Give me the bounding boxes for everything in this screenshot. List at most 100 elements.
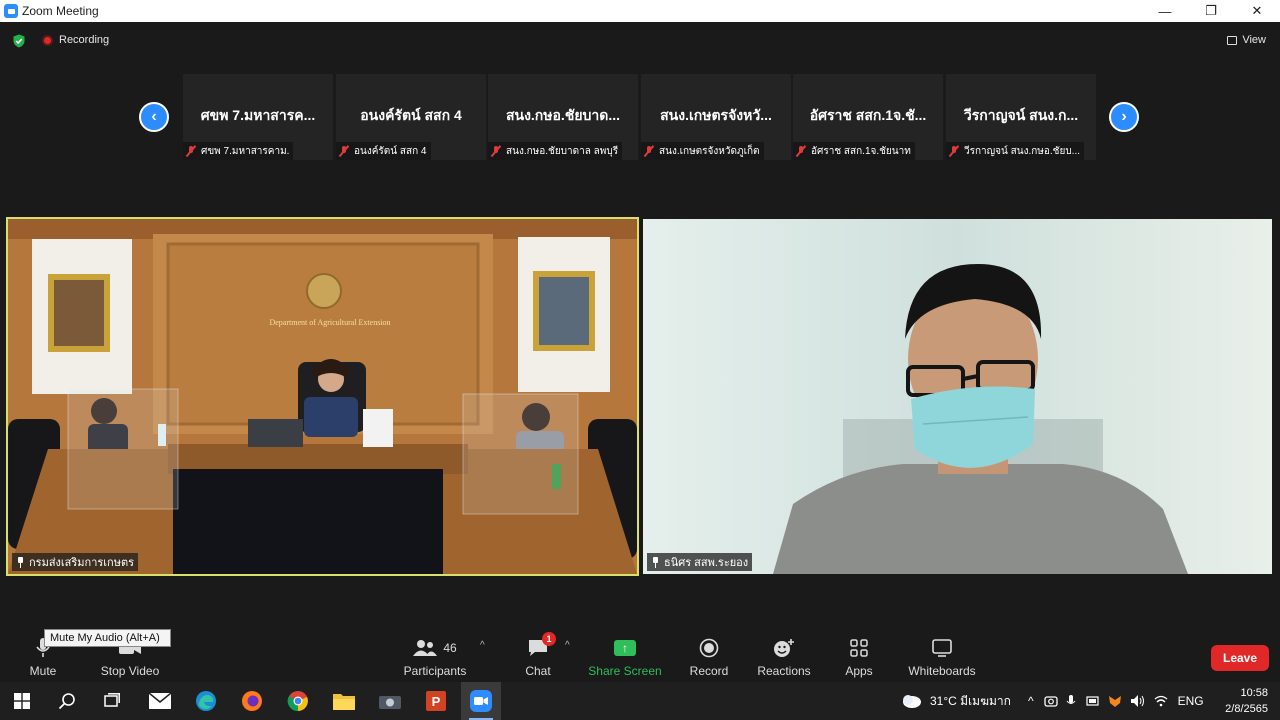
participants-options-caret-icon[interactable]: ^ <box>480 640 485 651</box>
taskbar-chrome-app[interactable] <box>278 682 318 720</box>
shield-check-icon[interactable] <box>12 34 26 48</box>
thumbnail-name: วีรกาญจน์ สนง.ก... <box>963 107 1079 123</box>
participants-button[interactable]: 46 Participants <box>400 630 470 682</box>
apps-grid-icon <box>850 639 868 657</box>
participant-thumbnail-strip: ‹ ศขพ 7.มหาสารค... ศขพ 7.มหาสารคาม. อนงค… <box>0 74 1280 160</box>
chevron-left-icon: ‹ <box>151 108 157 125</box>
record-button[interactable]: Record <box>686 630 732 682</box>
mic-muted-icon <box>490 145 502 157</box>
participants-count: 46 <box>443 641 457 655</box>
taskbar-firefox-app[interactable] <box>232 682 272 720</box>
edge-browser-icon <box>196 691 216 711</box>
mute-tooltip: Mute My Audio (Alt+A) <box>44 629 171 647</box>
system-tray: ^ ENG <box>1028 682 1204 720</box>
video-tile-active-speaker[interactable]: Department of Agricultural Extension กรม… <box>6 217 639 576</box>
tray-speaker-icon[interactable] <box>1130 694 1146 708</box>
chat-button[interactable]: 1 Chat <box>518 630 558 682</box>
cloud-icon <box>903 695 921 708</box>
participant-thumbnail[interactable]: สนง.เกษตรจังหวั... สนง.เกษตรจังหวัดภูเก็… <box>641 74 791 160</box>
participant-thumbnail[interactable]: อนงค์รัตน์ สสก 4 อนงค์รัตน์ สสก 4 <box>336 74 486 160</box>
participant-thumbnail[interactable]: อัศราช สสก.1จ.ชั... อัศราช สสก.1จ.ชัยนาท <box>793 74 943 160</box>
chat-unread-badge: 1 <box>542 632 556 646</box>
taskbar-file-explorer-app[interactable] <box>324 682 364 720</box>
thumbnail-name: อนงค์รัตน์ สสก 4 <box>360 107 462 123</box>
thumbnail-name: สนง.กษอ.ชัยบาด... <box>505 107 621 123</box>
camera-app-icon <box>379 696 401 709</box>
participants-label: Participants <box>403 664 467 678</box>
tray-battery-icon[interactable] <box>1086 695 1100 707</box>
start-button[interactable] <box>2 682 42 720</box>
clock-time: 10:58 <box>1240 687 1268 699</box>
tray-camera-icon[interactable] <box>1043 694 1058 708</box>
reactions-button[interactable]: Reactions <box>756 630 812 682</box>
restore-button[interactable]: ❐ <box>1188 0 1234 22</box>
thumbnail-label: สนง.เกษตรจังหวัดภูเก็ต <box>641 142 764 160</box>
task-view-icon <box>104 693 120 707</box>
participant-thumbnail[interactable]: สนง.กษอ.ชัยบาด... สนง.กษอ.ชัยบาดาล ลพบุร… <box>488 74 638 160</box>
tray-chevron-up-icon[interactable]: ^ <box>1028 694 1034 708</box>
taskbar-mail-app[interactable] <box>140 682 180 720</box>
view-grid-icon <box>1227 35 1238 45</box>
weather-text: 31°C มีเมฆมาก <box>930 693 1011 708</box>
thumbnail-label-text: อัศราช สสก.1จ.ชัยนาท <box>811 145 911 157</box>
conference-room-video: Department of Agricultural Extension <box>8 219 637 574</box>
chat-options-caret-icon[interactable]: ^ <box>565 640 570 651</box>
folder-icon <box>333 694 355 710</box>
thumbnail-label-text: อนงค์รัตน์ สสก 4 <box>354 145 427 157</box>
whiteboards-button[interactable]: Whiteboards <box>906 630 978 682</box>
firefox-icon <box>242 691 262 711</box>
svg-text:P: P <box>432 694 441 709</box>
taskbar-search-button[interactable] <box>47 682 87 720</box>
tray-wifi-icon[interactable] <box>1154 695 1168 707</box>
title-bar: Zoom Meeting — ❐ ✕ <box>0 0 1280 22</box>
close-button[interactable]: ✕ <box>1234 0 1280 22</box>
recording-dot-icon <box>42 34 53 46</box>
participant-thumbnail[interactable]: ศขพ 7.มหาสารค... ศขพ 7.มหาสารคาม. <box>183 74 333 160</box>
tray-metamask-fox-icon[interactable] <box>1108 694 1122 708</box>
share-screen-label: Share Screen <box>588 664 662 678</box>
video-name-label: ธนิศร สสพ.ระยอง <box>647 553 753 571</box>
department-sign-text: Department of Agricultural Extension <box>269 318 390 327</box>
chevron-right-icon: › <box>1121 108 1127 125</box>
input-language[interactable]: ENG <box>1178 694 1204 708</box>
mail-envelope-icon <box>149 693 171 709</box>
taskbar-powerpoint-app[interactable]: P <box>416 682 456 720</box>
view-button[interactable]: View <box>1227 34 1266 46</box>
video-name-text: ธนิศร สสพ.ระยอง <box>664 557 749 569</box>
taskbar-clock[interactable]: 10:58 2/8/2565 <box>1225 685 1268 717</box>
thumbnail-label-text: สนง.เกษตรจังหวัดภูเก็ต <box>659 145 760 157</box>
recording-indicator[interactable]: Recording <box>42 34 109 46</box>
thumbnail-name: อัศราช สสก.1จ.ชั... <box>809 107 927 123</box>
share-screen-button[interactable]: ↑ Share Screen <box>588 630 662 682</box>
participant-video <box>643 219 1272 574</box>
video-tile-participant[interactable]: ธนิศร สสพ.ระยอง <box>643 219 1272 574</box>
zoom-app-taskbar-icon <box>470 690 492 712</box>
thumbnail-name: สนง.เกษตรจังหวั... <box>660 107 772 123</box>
mic-muted-icon <box>795 145 807 157</box>
minimize-button[interactable]: — <box>1142 0 1188 22</box>
weather-widget[interactable]: 31°C มีเมฆมาก <box>900 682 1011 720</box>
next-page-button[interactable]: › <box>1109 102 1139 132</box>
recording-label: Recording <box>59 34 110 46</box>
participant-thumbnail[interactable]: วีรกาญจน์ สนง.ก... วีรกาญจน์ สนง.กษอ.ชัย… <box>946 74 1096 160</box>
taskbar-zoom-app[interactable] <box>461 682 501 720</box>
mic-muted-icon <box>948 145 960 157</box>
meeting-toolbar: Mute ^ Stop Video ^ 46 <box>0 630 1280 682</box>
whiteboard-icon <box>932 639 952 657</box>
leave-button[interactable]: Leave <box>1211 645 1269 671</box>
apps-button[interactable]: Apps <box>840 630 878 682</box>
windows-taskbar: P 31°C มีเมฆมาก ^ ENG 10:58 2/8/2565 <box>0 682 1280 720</box>
window-controls: — ❐ ✕ <box>1142 0 1280 22</box>
window-title: Zoom Meeting <box>22 4 99 18</box>
taskbar-camera-app[interactable] <box>370 682 410 720</box>
tray-microphone-icon[interactable] <box>1066 694 1076 708</box>
thumbnail-name: ศขพ 7.มหาสารค... <box>200 107 316 123</box>
whiteboards-label: Whiteboards <box>908 664 976 678</box>
apps-label: Apps <box>845 664 873 678</box>
share-screen-arrow-icon: ↑ <box>614 640 636 656</box>
pin-icon <box>651 556 660 568</box>
previous-page-button[interactable]: ‹ <box>139 102 169 132</box>
search-icon <box>58 693 75 710</box>
taskbar-edge-app[interactable] <box>186 682 226 720</box>
task-view-button[interactable] <box>92 682 132 720</box>
